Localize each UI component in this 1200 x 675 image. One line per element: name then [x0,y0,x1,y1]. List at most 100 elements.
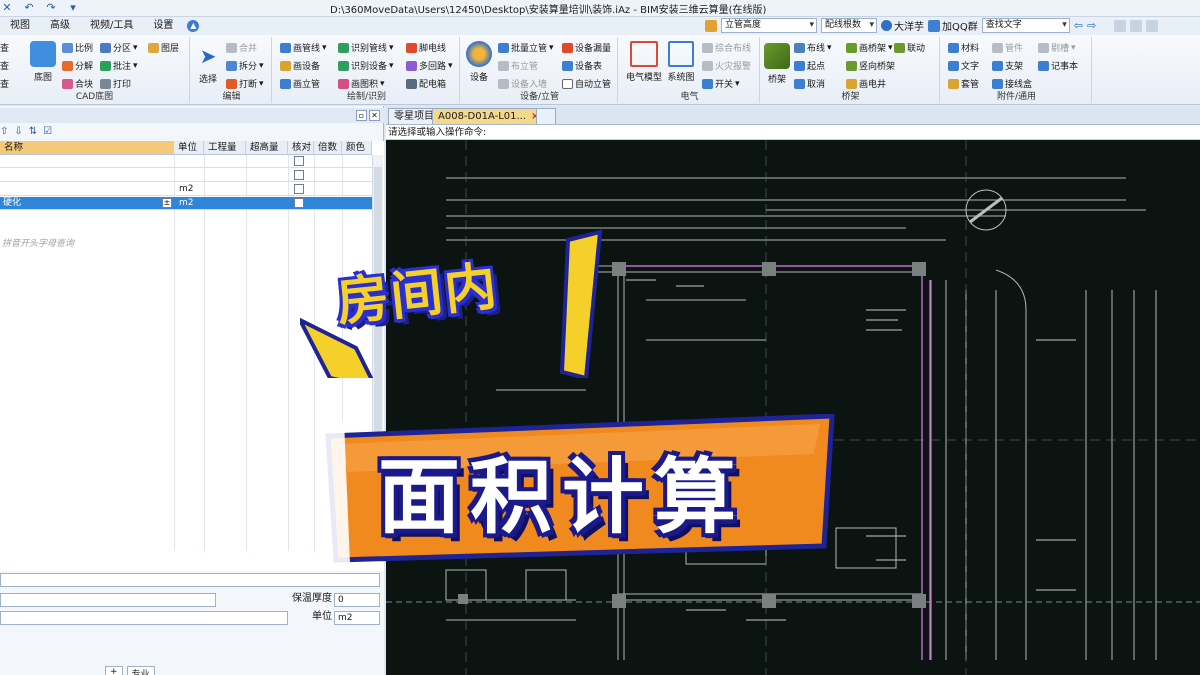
device-table-button[interactable]: 设备表 [562,59,602,72]
window-minimize-icon[interactable] [1114,19,1127,32]
linkage-icon [894,42,905,53]
zone-button[interactable]: 分区 ▾ [100,41,138,54]
fire-alarm-icon [702,60,713,71]
window-close-icon[interactable] [1146,19,1159,32]
property-combo-2[interactable] [0,593,216,607]
draw-device-button[interactable]: 画设备 [280,59,320,72]
annotate-button[interactable]: 批注 ▾ [100,59,138,72]
move-up-icon[interactable]: ⇧ [0,126,8,140]
left-item-2[interactable]: 查 [0,59,9,72]
electrical-model-button[interactable]: 电气模型 [624,41,664,83]
layer-button[interactable]: 图层 [148,41,179,54]
pinyin-search-hint[interactable]: 拼音开头字母查询 [2,236,74,249]
start-point-button[interactable]: 起点 [794,59,825,72]
table-row[interactable] [0,155,372,168]
tab-discipline[interactable]: 专业 [126,666,155,675]
merge-button[interactable]: 合并 [226,41,257,54]
foot-wire-button[interactable]: 脚电线 [406,41,446,54]
dropdown-icon[interactable]: ▾ [66,1,80,15]
explode-button[interactable]: 分解 [62,59,93,72]
find-next-icon[interactable]: ⇦ [1074,19,1083,32]
redo-icon[interactable]: ↷ [44,1,58,15]
recognize-pipe-button[interactable]: 识别管线 ▾ [338,41,394,54]
recognize-device-button[interactable]: 识别设备 ▾ [338,59,394,72]
draw-pipe-button[interactable]: 画管线 ▾ [280,41,327,54]
property-combo-1[interactable] [0,573,380,587]
bridge-button[interactable]: 桥架 [764,43,790,85]
user-account[interactable]: 大洋芋 [881,18,924,33]
auto-riser-checkbox[interactable] [562,78,573,89]
close-file-icon[interactable]: ✕ [0,1,14,15]
device-button[interactable]: 设备 [464,41,494,83]
check-box[interactable] [294,156,304,166]
collapse-ribbon-icon[interactable]: ▲ [187,20,200,32]
tab-view[interactable]: 视图 [0,19,40,33]
search-text-input[interactable]: 查找文字 [981,18,1070,33]
vertical-bridge-button[interactable]: 竖向桥架 [846,59,895,72]
unit-field[interactable]: m2 [334,611,380,625]
groove-button[interactable]: 剔槽 ▾ [1038,41,1076,54]
find-prev-icon[interactable]: ⇨ [1087,19,1096,32]
fitting-button[interactable]: 管件 [992,41,1023,54]
system-diagram-button[interactable]: 系统图 [666,41,696,83]
tab-drawing[interactable]: A008-D01A-L01...× [432,108,546,124]
material-button[interactable]: 材料 [948,41,979,54]
col-check[interactable]: 核对 [288,141,314,155]
check-box[interactable] [294,184,304,194]
panel-close-icon[interactable]: ✕ [369,110,380,121]
recognize-pipe-icon [338,42,349,53]
bracket-icon [992,60,1003,71]
elevation-combo[interactable]: 立管高度 [721,18,817,33]
split-icon [226,60,237,71]
col-color[interactable]: 颜色 [342,141,372,155]
bottom-plus-icon[interactable]: + [105,666,123,675]
notepad-button[interactable]: 记事本 [1038,59,1078,72]
scale-button[interactable]: 比例 [62,41,93,54]
bracket-button[interactable]: 支架 [992,59,1023,72]
linkage-button[interactable]: 联动 [894,41,925,54]
select-button[interactable]: ➤ 选择 [194,43,222,85]
routing-button[interactable]: 布线 ▾ [794,41,832,54]
insulation-field[interactable]: 0 [334,593,380,607]
tab-advanced[interactable]: 高级 [40,19,80,33]
left-item-1[interactable]: 查 [0,41,9,54]
draw-bridge-button[interactable]: 画桥架 ▾ [846,41,893,54]
table-row[interactable] [0,169,372,182]
cad-canvas[interactable] [386,140,1200,675]
col-name[interactable]: 名称 [0,141,174,155]
multi-loop-button[interactable]: 多回路 ▾ [406,59,453,72]
expand-icon[interactable]: ± [162,198,172,208]
table-row-selected[interactable]: 硬化 ± m2 [0,197,372,210]
attachment-group: 材料 管件 剔槽 ▾ 文字 支架 记事本 套管 接线盒 附件/通用 [942,37,1092,103]
undo-icon[interactable]: ↶ [22,1,36,15]
device-leak-button[interactable]: 设备漏量 [562,41,611,54]
check-box[interactable] [294,170,304,180]
new-tab-icon[interactable] [536,108,556,124]
check-list-icon[interactable]: ☑ [43,126,52,140]
sort-icon[interactable]: ⇅ [29,126,37,140]
col-overheight[interactable]: 超高量 [246,141,288,155]
window-restore-icon[interactable] [1130,19,1143,32]
col-quantity[interactable]: 工程量 [204,141,246,155]
integrated-wiring-button[interactable]: 综合布线 [702,41,751,54]
wire-count-combo[interactable]: 配线根数 [821,18,877,33]
text-button[interactable]: 文字 [948,59,979,72]
place-riser-button[interactable]: 布立管 [498,59,538,72]
pin-icon[interactable]: ▫ [356,110,367,121]
draw-riser-icon [280,78,291,89]
fire-alarm-button[interactable]: 火灾报警 [702,59,751,72]
property-field-3[interactable] [0,611,288,625]
qq-group-link[interactable]: 加QQ群 [928,18,978,33]
check-box[interactable] [294,198,304,208]
tab-video-tools[interactable]: 视频/工具 [80,19,143,33]
split-button[interactable]: 拆分 ▾ [226,59,264,72]
col-multiplier[interactable]: 倍数 [314,141,342,155]
table-row[interactable]: m2 [0,183,372,196]
batch-riser-button[interactable]: 批量立管 ▾ [498,41,554,54]
base-map-button[interactable]: 底图 [28,41,58,83]
col-unit[interactable]: 单位 [174,141,204,155]
move-down-icon[interactable]: ⇩ [14,126,22,140]
tab-settings[interactable]: 设置 [143,19,183,33]
routing-icon [794,42,805,53]
command-prompt[interactable]: 请选择或输入操作命令: [386,125,1200,140]
